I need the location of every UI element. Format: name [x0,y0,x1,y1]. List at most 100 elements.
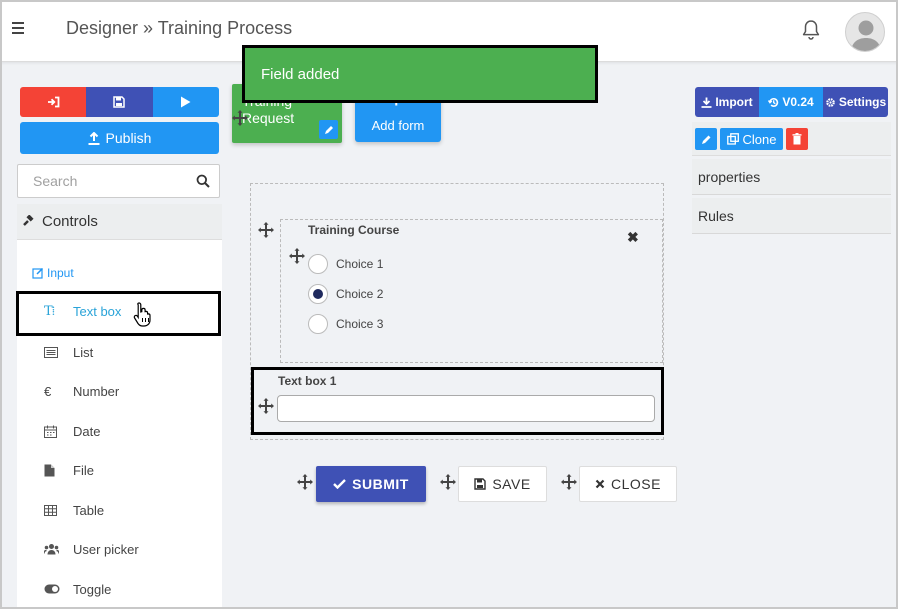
text-box-field[interactable]: Text box 1 [251,367,664,435]
sign-in-icon [47,96,60,108]
control-number[interactable]: € Number [17,375,222,407]
radio-label: Choice 2 [336,287,384,301]
delete-button[interactable] [786,128,808,150]
left-action-buttons [20,87,219,117]
run-button[interactable] [152,87,219,117]
pencil-icon [701,135,710,144]
version-button[interactable]: V0.24 [759,87,823,117]
controls-title: Controls [42,213,98,230]
save-icon [113,96,126,108]
move-icon[interactable] [561,474,577,490]
control-label: File [73,462,94,478]
gavel-icon [23,214,34,226]
radio-circle-selected [308,284,328,304]
publish-button[interactable]: Publish [20,122,219,154]
radio-option[interactable]: Choice 2 [308,284,383,304]
clone-label: Clone [742,131,777,147]
radio-label: Choice 1 [336,257,384,271]
submit-button[interactable]: SUBMIT [316,466,426,502]
toast-message: Field added [261,65,340,83]
close-label: CLOSE [611,476,661,492]
text-box-icon: T⁞ [44,304,55,319]
field-tools: Clone [692,122,891,156]
play-icon [181,96,191,108]
table-icon [17,504,73,516]
close-icon [595,479,605,489]
control-label: Toggle [73,581,112,597]
login-button[interactable] [20,87,87,117]
calendar-icon [17,425,73,438]
move-icon[interactable] [440,474,456,490]
file-icon [17,464,73,477]
avatar[interactable] [845,12,885,52]
category-input[interactable]: Input [32,266,74,280]
clone-icon [726,133,739,145]
control-toggle[interactable]: Toggle [17,573,222,605]
hand-cursor-icon [133,302,151,327]
check-icon [333,479,347,489]
control-label: Date [73,423,101,439]
right-action-buttons: Import V0.24 Settings [695,87,888,117]
import-label: Import [715,95,753,109]
settings-button[interactable]: Settings [823,87,888,117]
remove-field-icon[interactable]: ✖ [627,229,639,246]
move-icon[interactable] [258,398,274,414]
control-label: List [73,344,94,360]
radio-label: Choice 3 [336,317,384,331]
download-icon [701,97,712,108]
move-icon[interactable] [289,248,305,264]
control-label: Number [73,383,120,399]
rules-panel-header[interactable]: Rules [692,198,891,234]
control-label: Text box [73,303,122,319]
control-label: Table [73,502,105,518]
move-icon[interactable] [258,222,274,238]
radio-option[interactable]: Choice 3 [308,314,383,334]
controls-list: Input T⁞ Text box List € Number Date Fil… [17,240,222,609]
import-button[interactable]: Import [695,87,759,117]
move-icon[interactable] [232,110,248,126]
toast-notification: Field added [242,45,598,103]
save-label: SAVE [492,476,531,492]
text-box-label: Text box 1 [278,374,337,388]
control-user-picker[interactable]: User picker [17,533,222,565]
control-label: User picker [73,541,139,557]
radio-circle [308,254,328,274]
history-icon [768,97,779,107]
user-avatar-icon [851,20,881,51]
control-list[interactable]: List [17,336,222,368]
trash-icon [792,133,802,145]
search-input[interactable] [18,165,188,197]
list-icon [17,346,73,358]
clone-button[interactable]: Clone [720,128,783,150]
hamburger-icon[interactable] [12,22,24,36]
category-label: Input [47,266,74,280]
radio-group-field[interactable]: Training Course ✖ Choice 1 Choice 2 Choi… [280,219,663,363]
control-file[interactable]: File [17,454,222,486]
control-text-box[interactable]: T⁞ Text box [17,295,222,327]
euro-icon: € [44,383,52,399]
close-button[interactable]: CLOSE [579,466,677,502]
save-form-button[interactable] [86,87,153,117]
edit-form-button[interactable] [319,120,338,139]
bell-icon[interactable] [800,18,822,42]
text-box-input[interactable] [277,395,655,422]
submit-label: SUBMIT [352,476,409,492]
page-title: Designer » Training Process [66,18,293,38]
control-table[interactable]: Table [17,494,222,526]
gear-icon [826,97,835,107]
radio-circle [308,314,328,334]
controls-header[interactable]: Controls [17,204,222,240]
control-date[interactable]: Date [17,415,222,447]
users-icon [17,543,73,555]
edit-field-button[interactable] [695,128,717,150]
settings-label: Settings [838,95,887,109]
toggle-icon [17,584,73,594]
properties-panel-header[interactable]: properties [692,159,891,195]
radio-option[interactable]: Choice 1 [308,254,383,274]
move-icon[interactable] [297,474,313,490]
save-button[interactable]: SAVE [458,466,547,502]
search-icon[interactable] [196,174,210,188]
save-icon [474,478,487,490]
pencil-icon [324,125,333,134]
upload-icon [88,131,100,145]
